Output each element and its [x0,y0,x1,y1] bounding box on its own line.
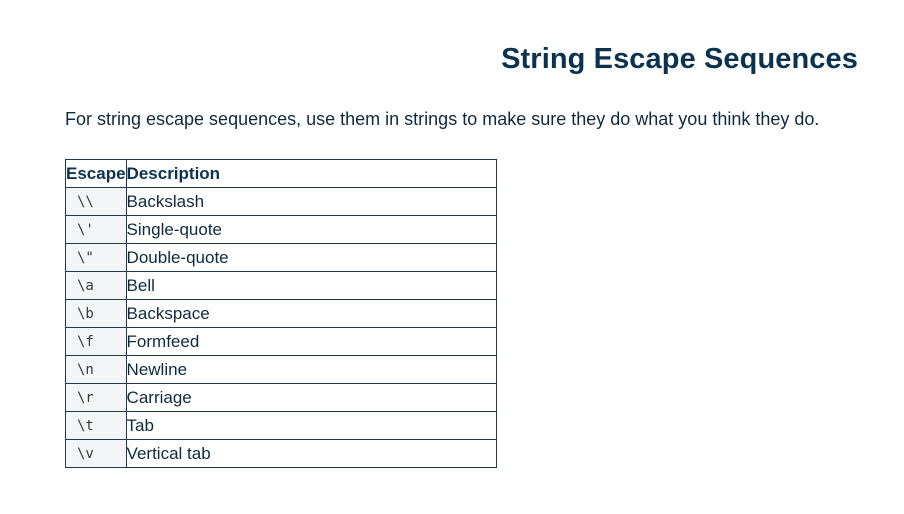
escape-code: \" [65,243,127,272]
table-row: \n Newline [65,355,498,384]
table-row: \\ Backslash [65,187,498,216]
escape-code: \v [65,439,127,468]
escape-description: Bell [125,271,498,300]
escape-description: Carriage [125,383,498,412]
escape-code: \\ [65,187,127,216]
table-row: \b Backspace [65,299,498,328]
escape-code: \f [65,327,127,356]
escape-code: \r [65,383,127,412]
table-row: \r Carriage [65,383,498,412]
escape-code: \n [65,355,127,384]
escape-code: \' [65,215,127,244]
page-title: String Escape Sequences [501,43,858,75]
escape-description: Vertical tab [125,439,498,468]
table-row: \v Vertical tab [65,439,498,468]
table-row: \' Single-quote [65,215,498,244]
escape-description: Double-quote [125,243,498,272]
escape-description: Tab [125,411,498,440]
table-row: \t Tab [65,411,498,440]
escape-code: \b [65,299,127,328]
table-header-row: Escape Description [65,159,498,188]
escape-description: Backslash [125,187,498,216]
escape-code: \t [65,411,127,440]
escape-code: \a [65,271,127,300]
header-escape: Escape [65,159,127,188]
escape-description: Backspace [125,299,498,328]
intro-paragraph: For string escape sequences, use them in… [65,109,820,129]
escape-description: Newline [125,355,498,384]
table-row: \a Bell [65,271,498,300]
header-description: Description [125,159,498,188]
table-row: \" Double-quote [65,243,498,272]
escape-description: Single-quote [125,215,498,244]
escape-description: Formfeed [125,327,498,356]
table-row: \f Formfeed [65,327,498,356]
escape-sequences-table: Escape Description \\ Backslash \' Singl… [65,159,498,468]
